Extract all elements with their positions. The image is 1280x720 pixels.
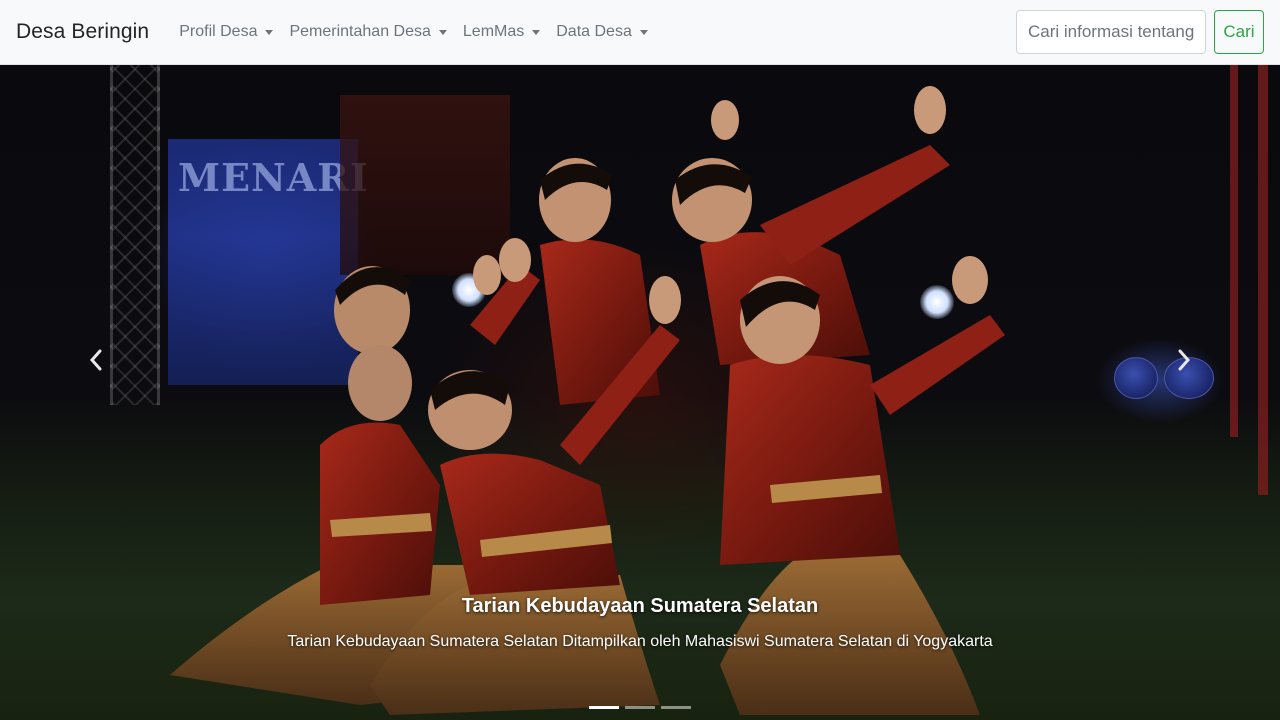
caret-down-icon	[532, 29, 541, 35]
carousel-indicator[interactable]	[625, 706, 655, 709]
nav-dropdown-data-desa[interactable]: Data Desa	[548, 23, 656, 41]
search-form: Cari	[1016, 10, 1264, 54]
caret-down-icon	[438, 29, 447, 35]
dancers-photo	[170, 86, 1005, 715]
chevron-left-icon	[89, 349, 102, 371]
carousel-indicator[interactable]	[661, 706, 691, 709]
carousel-caption-text: Tarian Kebudayaan Sumatera Selatan Ditam…	[287, 633, 993, 650]
brand-link[interactable]: Desa Beringin	[16, 20, 149, 44]
hero-carousel: MENARI Tarian Kebudayaan Sumatera Selata…	[0, 65, 1280, 720]
carousel-next-control[interactable]	[1154, 335, 1214, 385]
carousel-indicator[interactable]	[589, 706, 619, 709]
carousel-prev-control[interactable]	[66, 335, 126, 385]
caret-down-icon	[639, 29, 648, 35]
nav-menu: Profil Desa Pemerintahan Desa LemMas Dat…	[171, 23, 656, 41]
carousel-indicators	[0, 706, 1280, 709]
search-input[interactable]	[1016, 10, 1206, 54]
nav-dropdown-pemerintahan-desa[interactable]: Pemerintahan Desa	[281, 23, 454, 41]
navbar: Desa Beringin Profil Desa Pemerintahan D…	[0, 0, 1280, 65]
carousel-caption-title: Tarian Kebudayaan Sumatera Selatan	[461, 595, 819, 617]
search-button[interactable]: Cari	[1214, 10, 1264, 54]
caret-down-icon	[265, 29, 274, 35]
nav-dropdown-lemmas[interactable]: LemMas	[455, 23, 548, 41]
nav-item-label: Pemerintahan Desa	[289, 23, 431, 40]
nav-item-label: Profil Desa	[179, 23, 258, 40]
nav-item-label: LemMas	[462, 23, 525, 40]
nav-item-label: Data Desa	[556, 23, 632, 40]
nav-dropdown-profil-desa[interactable]: Profil Desa	[171, 23, 281, 41]
chevron-right-icon	[1178, 349, 1191, 371]
